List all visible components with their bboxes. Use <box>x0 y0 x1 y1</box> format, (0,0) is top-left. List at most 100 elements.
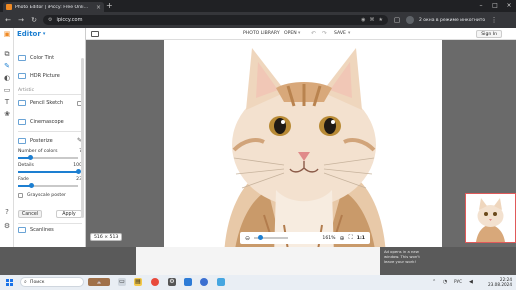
app-icon-blue[interactable] <box>200 278 208 286</box>
maximize-button[interactable]: □ <box>488 0 502 12</box>
address-bar[interactable]: ⚙ ipiccy.com ◉ ⌘ ★ <box>43 15 388 25</box>
ad-note: Ad opens in a new window. This won't lea… <box>384 249 420 264</box>
new-tab-button[interactable]: + <box>106 2 113 10</box>
divider <box>18 94 82 95</box>
tool-rail: ▣ ⧉ ✎ ◐ ▭ T ❀ ? ⚙ <box>0 28 14 247</box>
divider <box>18 131 82 132</box>
clock[interactable]: 22:24 23.08.2024 <box>488 277 512 287</box>
posterize-icon <box>18 137 26 144</box>
open-button[interactable]: OPEN <box>284 28 297 40</box>
open-dropdown-icon[interactable]: ▾ <box>298 28 300 40</box>
incognito-label[interactable]: 2 окна в режиме инкогнито <box>419 18 485 23</box>
redo-icon[interactable]: ↷ <box>322 28 327 40</box>
extensions-icon[interactable]: ▢ <box>393 16 401 24</box>
slider-handle[interactable] <box>29 183 35 188</box>
frames-tool-icon[interactable]: ▭ <box>3 86 11 94</box>
slider-track[interactable] <box>18 169 81 174</box>
zoom-slider-handle[interactable] <box>258 235 264 241</box>
start-button[interactable] <box>6 279 13 286</box>
url-text: ipiccy.com <box>56 17 83 23</box>
store-icon[interactable] <box>184 278 192 286</box>
undo-icon[interactable]: ↶ <box>311 28 316 40</box>
overlay-tool-icon[interactable]: ❀ <box>3 110 11 118</box>
crop-tool-icon[interactable]: ⧉ <box>3 50 11 58</box>
photo-library-button[interactable]: PHOTO LIBRARY <box>243 28 280 40</box>
touchup-tool-icon[interactable]: ◐ <box>3 74 11 82</box>
network-icon[interactable]: ◔ <box>443 279 447 285</box>
effect-posterize[interactable]: Posterize ✎ <box>18 137 82 144</box>
details-slider[interactable]: Details 100 <box>18 163 82 175</box>
slider-handle[interactable] <box>27 155 33 160</box>
favicon-icon <box>6 4 12 10</box>
layout-toggle-icon[interactable] <box>91 31 99 37</box>
number-of-colors-slider[interactable]: Number of colors 7 <box>18 149 82 161</box>
apply-button[interactable]: Apply <box>56 210 82 218</box>
navigator-thumbnail[interactable] <box>465 193 516 243</box>
menu-icon[interactable]: ⋮ <box>490 16 498 24</box>
zoom-level: 161% <box>322 235 336 241</box>
pencil-sketch-icon <box>18 100 26 106</box>
bookmark-star-icon[interactable]: ★ <box>379 17 383 23</box>
cancel-button[interactable]: Cancel <box>18 210 42 218</box>
fade-slider[interactable]: Fade 23 <box>18 177 82 189</box>
help-icon[interactable]: ? <box>3 208 11 216</box>
forward-icon[interactable]: → <box>17 16 25 24</box>
tab-close-icon[interactable]: × <box>96 4 101 11</box>
effect-scanlines[interactable]: Scanlines <box>18 227 54 233</box>
minimize-button[interactable]: – <box>474 0 488 12</box>
close-window-button[interactable]: × <box>502 0 516 12</box>
zoom-in-icon[interactable]: ⊕ <box>340 235 345 242</box>
text-tool-icon[interactable]: T <box>3 98 11 106</box>
settings-app-icon[interactable]: ⚙ <box>168 278 176 286</box>
search-placeholder: Поиск <box>30 280 45 285</box>
actual-size-button[interactable]: 1:1 <box>357 236 365 241</box>
reload-icon[interactable]: ↻ <box>30 16 38 24</box>
slider-label: Details <box>18 163 34 168</box>
grayscale-poster-option[interactable]: Grayscale poster <box>18 193 66 198</box>
weather-widget[interactable]: ⛪ <box>88 278 110 286</box>
photo-canvas[interactable] <box>164 40 442 256</box>
sign-in-button[interactable]: Sign In <box>476 30 502 38</box>
panel-header[interactable]: Editor ▾ <box>14 28 85 40</box>
effect-hdr-picture[interactable]: HDR Picture <box>18 73 60 79</box>
effect-cinemascope[interactable]: Cinemascope <box>18 119 64 125</box>
panel-scrollbar[interactable] <box>81 58 84 218</box>
zoom-out-icon[interactable]: ⊖ <box>245 235 250 242</box>
app-icon-light[interactable] <box>217 278 225 286</box>
settings-icon[interactable]: ⚙ <box>3 222 11 230</box>
fit-screen-icon[interactable]: ⛶ <box>349 234 353 242</box>
volume-icon[interactable]: ◀ <box>469 279 473 285</box>
color-tint-icon <box>18 55 26 61</box>
slider-handle[interactable] <box>75 169 81 174</box>
incognito-eye-icon[interactable]: ◉ <box>361 17 365 23</box>
chrome-icon[interactable] <box>151 278 159 286</box>
slider-fill <box>18 171 78 173</box>
app-logo-icon[interactable]: ▣ <box>3 30 11 38</box>
effect-pencil-sketch[interactable]: Pencil Sketch <box>18 100 82 106</box>
divider <box>18 223 82 224</box>
hdr-icon <box>18 73 26 79</box>
save-button[interactable]: SAVE <box>334 28 346 40</box>
checkbox-label: Grayscale poster <box>27 193 66 198</box>
os-taskbar: ⌕ Поиск ⛪ ▭ ▤ ⚙ ⌃ ◔ РУС ◀ 22:24 23.08.20… <box>0 275 516 290</box>
ad-banner[interactable] <box>136 247 380 275</box>
slider-track[interactable] <box>18 183 78 188</box>
grayscale-checkbox[interactable] <box>18 193 23 198</box>
tray-chevron-icon[interactable]: ⌃ <box>432 279 436 285</box>
editor-toolbar: PHOTO LIBRARY OPEN ▾ ↶ ↷ SAVE ▾ Sign In <box>86 28 516 40</box>
slider-track[interactable] <box>18 155 78 160</box>
zoom-slider[interactable] <box>254 235 289 241</box>
language-indicator[interactable]: РУС <box>454 279 462 284</box>
site-info-icon[interactable]: ⚙ <box>48 17 52 23</box>
file-explorer-icon[interactable]: ▤ <box>134 278 142 286</box>
browser-tab[interactable]: Photo Editor | iPiccy: Free Onli… × <box>3 2 104 12</box>
save-dropdown-icon[interactable]: ▾ <box>348 28 350 40</box>
back-icon[interactable]: ← <box>4 16 12 24</box>
task-view-icon[interactable]: ▭ <box>118 278 126 286</box>
browser-tab-bar: Photo Editor | iPiccy: Free Onli… × + – … <box>0 0 516 12</box>
taskbar-search[interactable]: ⌕ Поиск <box>20 277 84 287</box>
incognito-icon[interactable] <box>406 16 414 24</box>
effects-tool-icon[interactable]: ✎ <box>3 62 11 70</box>
translate-icon[interactable]: ⌘ <box>370 17 375 23</box>
effect-color-tint[interactable]: Color Tint <box>18 55 54 61</box>
